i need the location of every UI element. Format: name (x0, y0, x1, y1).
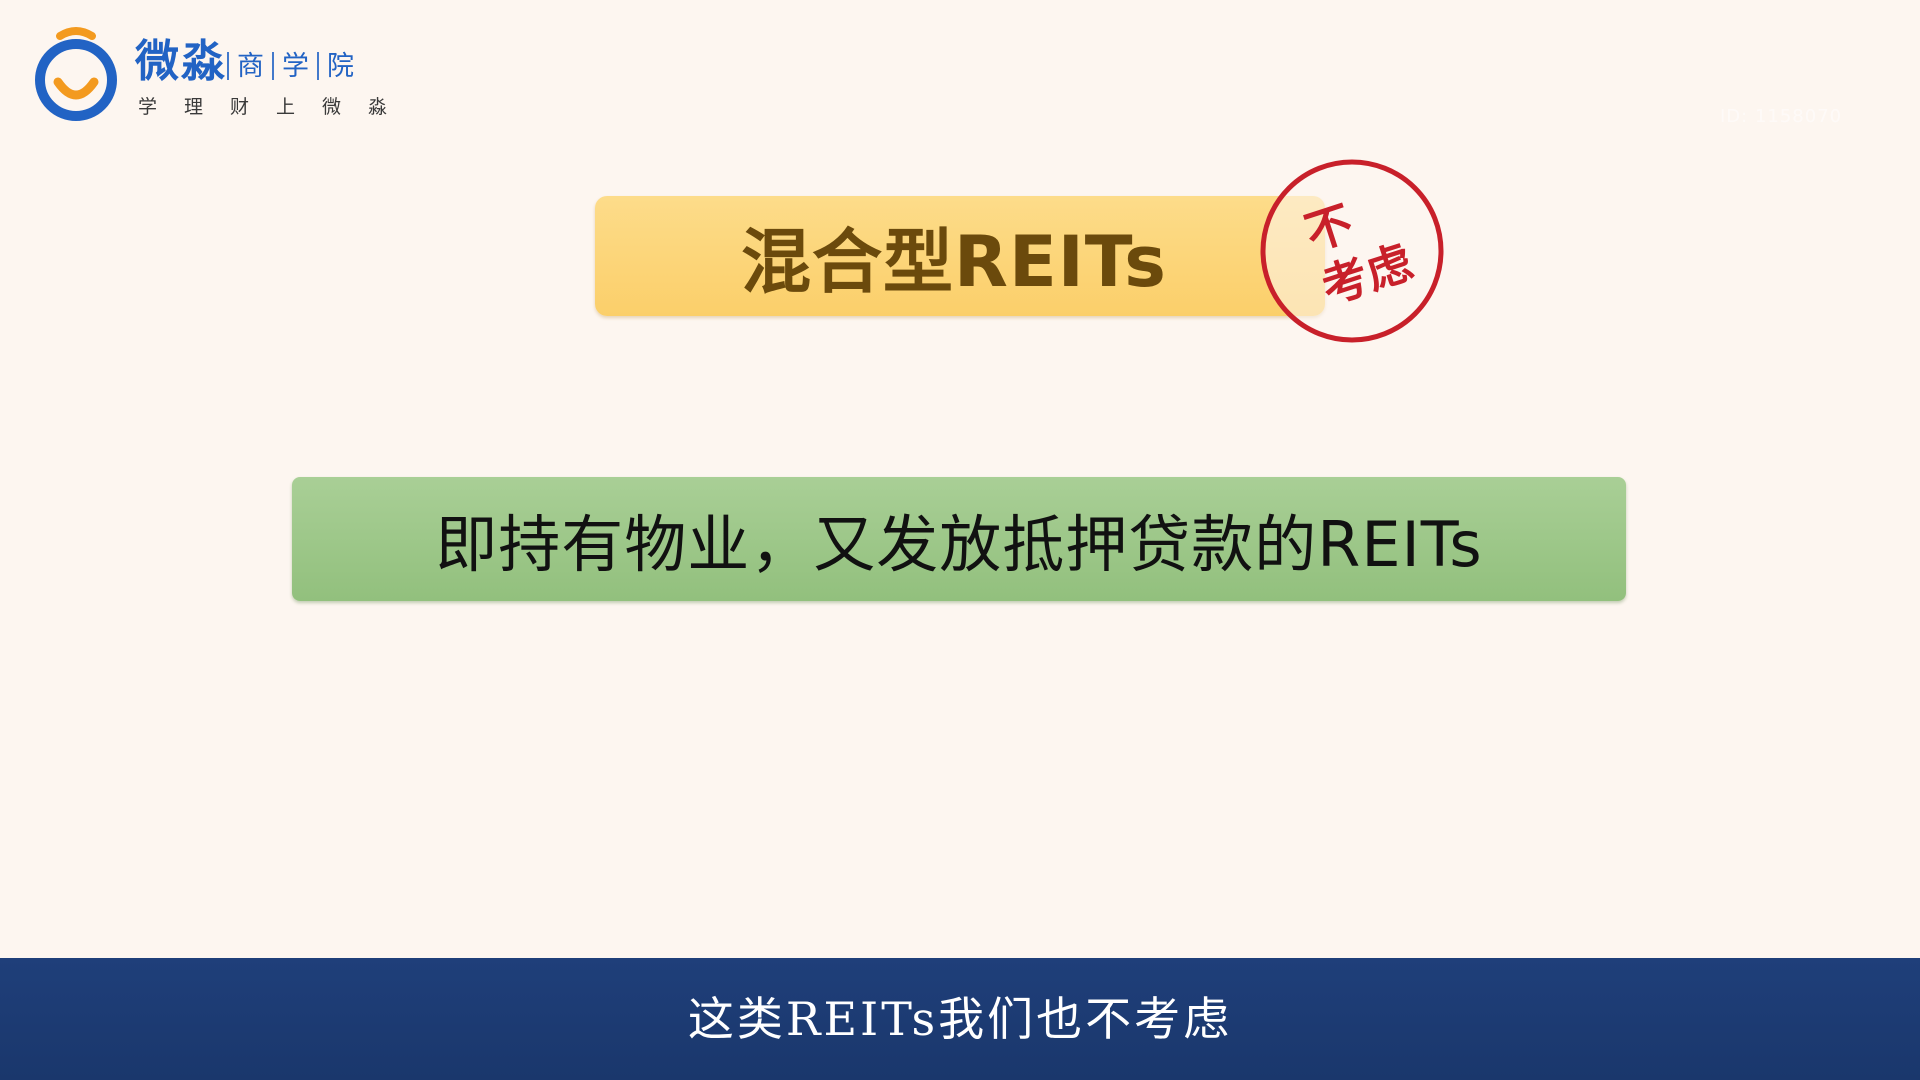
logo-name-row: 微淼 商 学 院 (135, 38, 362, 86)
brand-logo: 微淼 商 学 院 学 理 财 上 微 淼 (30, 24, 410, 124)
logo-subtitle-char: 学 (282, 51, 309, 82)
definition-box: 即持有物业，又发放抵押贷款的REITs (292, 477, 1626, 601)
subtitle-text: 这类REITs我们也不考虑 (687, 992, 1233, 1046)
slogan-char: 上 (276, 96, 296, 118)
slogan-char: 学 (138, 96, 158, 118)
logo-slogan: 学 理 财 上 微 淼 (138, 92, 414, 119)
subtitle-bar: 这类REITs我们也不考虑 (0, 958, 1920, 1080)
smiley-logo-icon (35, 27, 117, 121)
logo-subtitle-char: 院 (327, 51, 354, 82)
slide-title-box: 混合型REITs (595, 196, 1325, 316)
slogan-char: 财 (230, 96, 250, 118)
logo-divider (317, 52, 319, 80)
slogan-char: 微 (322, 96, 342, 118)
logo-divider (272, 52, 274, 80)
logo-divider (227, 52, 229, 80)
slogan-char: 淼 (368, 96, 388, 118)
slide-title: 混合型REITs (741, 220, 1167, 303)
logo-name: 微淼 (135, 36, 227, 87)
logo-subtitle-char: 商 (237, 51, 264, 82)
slogan-char: 理 (184, 96, 204, 118)
definition-text: 即持有物业，又发放抵押贷款的REITs (435, 508, 1483, 581)
video-watermark: ID: 1158070 (1720, 106, 1843, 127)
not-considered-stamp: 不 考虑 (1260, 159, 1444, 343)
